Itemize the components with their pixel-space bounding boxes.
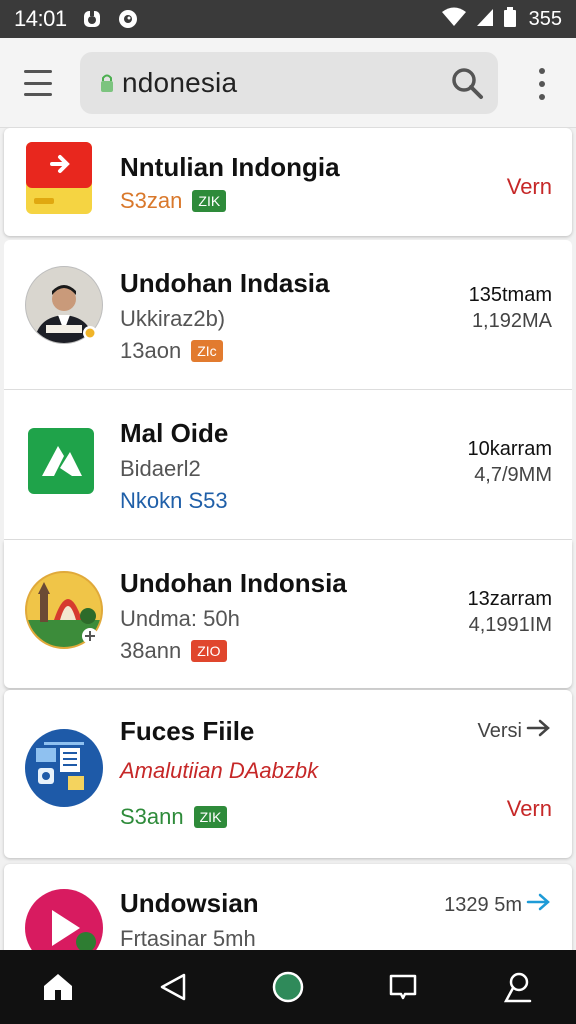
list-item[interactable]: Fuces Fiile Amalutiian DAabzbk S3ann ZIK… [4, 690, 572, 858]
list-item[interactable]: Undohan Indasia Ukkiraz2b) 13aon ZIc 135… [4, 240, 572, 390]
recents-icon[interactable] [381, 965, 425, 1009]
landmark-photo-icon [24, 570, 104, 650]
item-meta: 13aon ZIc [120, 338, 223, 364]
item-subtitle: Amalutiian DAabzbk [120, 758, 319, 783]
item-meta-text: Nkokn S53 [120, 488, 228, 513]
item-meta-text: S3ann [120, 804, 184, 829]
notification-app-icon [81, 8, 103, 30]
item-title: Undowsian [120, 888, 259, 918]
file-manager-icon [24, 728, 104, 808]
home-icon[interactable] [36, 965, 80, 1009]
item-title: Undohan Indonsia [120, 568, 347, 598]
notification-eye-icon [117, 8, 139, 30]
item-title: Fuces Fiile [120, 716, 255, 746]
item-subtitle: Undma: 50h [120, 606, 240, 631]
search-input[interactable]: ndonesia [122, 67, 450, 99]
list-item[interactable]: Mal Oide Bidaerl2 Nkokn S53 10karram 4,7… [4, 390, 572, 540]
search-bar[interactable]: ndonesia [80, 52, 498, 114]
item-right-bottom: 4,1991IM [468, 614, 552, 636]
play-app-icon [24, 888, 104, 950]
item-meta-text: S3zan [120, 188, 183, 213]
item-subtitle: Frtasinar 5mh [120, 926, 256, 950]
assistant-icon[interactable] [496, 965, 540, 1009]
battery-text: 355 [528, 7, 562, 30]
item-action[interactable]: Vern [507, 796, 552, 822]
item-title: Nntulian Indongia [120, 152, 340, 182]
lock-icon [100, 73, 114, 93]
item-subtitle: Ukkiraz2b) [120, 306, 226, 331]
menu-icon[interactable] [20, 68, 56, 98]
item-size-link[interactable]: 1329 5m [444, 892, 552, 918]
person-avatar-icon [24, 265, 104, 345]
item-subtitle: Bidaerl2 [120, 456, 201, 481]
green-app-icon [28, 428, 96, 496]
item-badge: ZIK [193, 806, 228, 828]
item-right-top: 13zarram [467, 588, 552, 610]
item-right-top: 1329 5m [444, 893, 522, 916]
item-action[interactable]: Vern [507, 174, 552, 200]
item-meta-text: 38ann [120, 638, 182, 663]
list-item[interactable]: Undowsian Frtasinar 5mh 1329 5m [4, 864, 572, 950]
wifi-icon [441, 7, 467, 32]
result-list: Nntulian Indongia S3zan ZIK Vern Undohan… [0, 128, 576, 950]
item-title: Undohan Indasia [120, 268, 330, 298]
item-right-bottom: 1,192MA [471, 310, 552, 332]
battery-icon [503, 6, 517, 33]
list-item[interactable]: Nntulian Indongia S3zan ZIK Vern [4, 128, 572, 236]
status-time: 14:01 [14, 6, 67, 31]
signal-icon [475, 7, 495, 32]
list-item[interactable]: Undohan Indonsia Undma: 50h 38ann ZIO 13… [4, 540, 572, 688]
item-right-top: 135tmam [468, 284, 552, 306]
home-circle-icon[interactable] [266, 965, 310, 1009]
arrow-right-icon [526, 892, 552, 918]
item-version-label: Versi [477, 719, 522, 742]
item-right-top: 10karram [467, 438, 552, 460]
item-badge: ZIO [191, 640, 227, 662]
item-right-bottom: 4,7/9MM [474, 464, 552, 486]
item-meta-text: 13aon [120, 338, 182, 363]
item-meta: S3ann ZIK [120, 804, 228, 830]
app-bar: ndonesia [0, 38, 576, 128]
item-badge: ZIc [191, 340, 223, 362]
search-icon[interactable] [450, 66, 484, 100]
more-vert-icon[interactable] [530, 68, 554, 100]
back-icon[interactable] [151, 965, 195, 1009]
system-nav-bar [0, 950, 576, 1024]
item-title: Mal Oide [120, 418, 229, 448]
red-app-icon [26, 142, 96, 214]
item-meta: Nkokn S53 [120, 488, 228, 514]
item-badge: ZIK [192, 190, 227, 212]
item-version-link[interactable]: Versi [478, 718, 552, 744]
item-meta: 38ann ZIO [120, 638, 227, 664]
item-meta: S3zan ZIK [120, 188, 227, 214]
status-bar: 14:01 355 [0, 0, 576, 38]
arrow-right-icon [526, 718, 552, 744]
